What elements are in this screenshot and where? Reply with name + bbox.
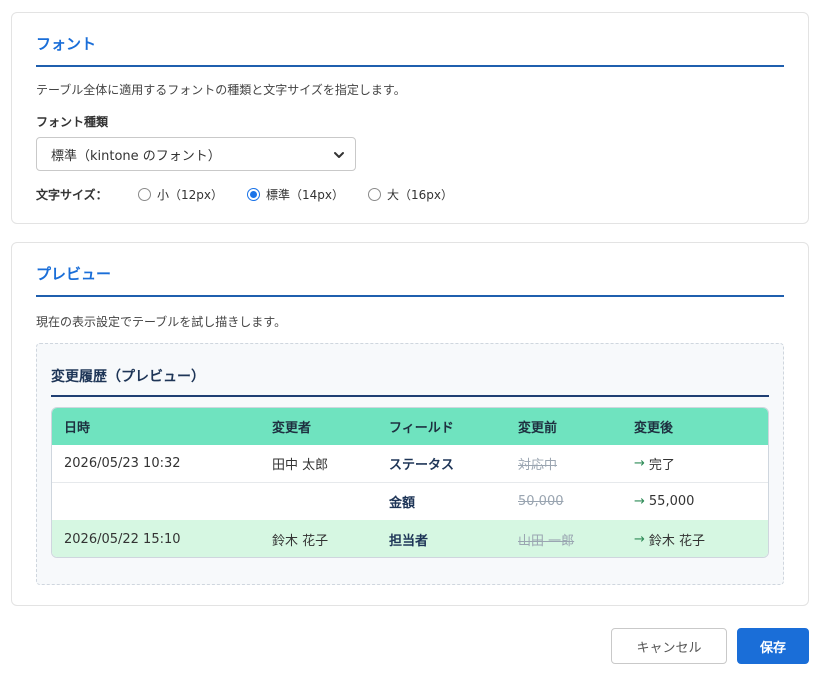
font-size-option-label: 標準（14px） xyxy=(266,187,344,202)
chevron-down-icon xyxy=(334,152,344,158)
cell-user: 鈴木 花子 xyxy=(272,534,329,549)
font-size-option-label: 大（16px） xyxy=(387,187,453,202)
font-type-select[interactable]: 標準（kintone のフォント） xyxy=(36,137,356,171)
radio-button[interactable] xyxy=(138,187,151,201)
preview-section-divider xyxy=(36,295,784,297)
cell-field: ステータス xyxy=(389,458,455,473)
cell-before: 対応中 xyxy=(518,458,558,473)
history-table-title-divider xyxy=(51,395,769,397)
cell-after: → 完了 xyxy=(634,445,675,482)
arrow-right-icon: → xyxy=(634,494,645,509)
arrow-right-icon: → xyxy=(634,532,645,547)
table-row: 金額 50,000 → 55,000 xyxy=(52,483,768,520)
font-section-divider xyxy=(36,65,784,67)
table-header-row: 日時 変更者 フィールド 変更前 変更後 xyxy=(52,408,768,445)
arrow-right-icon: → xyxy=(634,456,645,471)
font-type-label: フォント種類 xyxy=(36,115,109,129)
font-type-value: 標準（kintone のフォント） xyxy=(51,148,221,164)
preview-card: プレビュー 現在の表示設定でテーブルを試し描きします。 変更履歴（プレビュー） … xyxy=(11,242,809,606)
history-table-title: 変更履歴（プレビュー） xyxy=(51,369,205,385)
cell-before: 山田 一郎 xyxy=(518,534,575,549)
cell-before: 50,000 xyxy=(518,494,564,509)
column-header-before: 変更前 xyxy=(518,421,558,436)
table-row: 2026/05/22 15:10 鈴木 花子 担当者 山田 一郎 → 鈴木 花子 xyxy=(52,520,768,557)
cell-after: → 55,000 xyxy=(634,483,694,520)
column-header-user: 変更者 xyxy=(272,421,312,436)
cell-after-value: 55,000 xyxy=(648,494,695,509)
preview-area: 変更履歴（プレビュー） 日時 変更者 フィールド 変更前 変更後 2026/05… xyxy=(36,343,784,585)
radio-button[interactable] xyxy=(368,187,381,201)
cell-field: 金額 xyxy=(389,496,416,511)
font-size-option-large[interactable]: 大（16px） xyxy=(368,186,453,203)
cell-field: 担当者 xyxy=(389,534,429,549)
cell-after-value: 鈴木 花子 xyxy=(648,534,706,549)
column-header-after: 変更後 xyxy=(634,421,674,436)
table-row: 2026/05/23 10:32 田中 太郎 ステータス 対応中 → 完了 xyxy=(52,445,768,483)
cell-after: → 鈴木 花子 xyxy=(634,520,706,557)
preview-section-description: 現在の表示設定でテーブルを試し描きします。 xyxy=(36,315,287,329)
cell-datetime: 2026/05/22 15:10 xyxy=(64,532,181,547)
cancel-button[interactable]: キャンセル xyxy=(611,628,727,664)
column-header-field: フィールド xyxy=(389,421,454,436)
font-settings-card: フォント テーブル全体に適用するフォントの種類と文字サイズを指定します。 フォン… xyxy=(11,12,809,224)
cell-datetime: 2026/05/23 10:32 xyxy=(64,456,181,471)
font-section-description: テーブル全体に適用するフォントの種類と文字サイズを指定します。 xyxy=(36,83,406,97)
cell-after-value: 完了 xyxy=(648,458,675,473)
font-section-title: フォント xyxy=(36,35,97,53)
cell-user: 田中 太郎 xyxy=(272,458,329,473)
radio-button[interactable] xyxy=(247,187,260,201)
font-size-label: 文字サイズ： xyxy=(36,187,108,202)
save-button[interactable]: 保存 xyxy=(737,628,809,664)
font-size-option-small[interactable]: 小（12px） xyxy=(138,186,223,203)
column-header-datetime: 日時 xyxy=(64,421,91,436)
font-size-option-label: 小（12px） xyxy=(157,187,223,202)
preview-section-title: プレビュー xyxy=(36,265,112,283)
font-size-option-standard[interactable]: 標準（14px） xyxy=(247,186,344,203)
font-size-radio-group: 文字サイズ： 小（12px） 標準（14px） 大（16px） xyxy=(36,185,477,203)
history-table: 日時 変更者 フィールド 変更前 変更後 2026/05/23 10:32 田中… xyxy=(51,407,769,558)
